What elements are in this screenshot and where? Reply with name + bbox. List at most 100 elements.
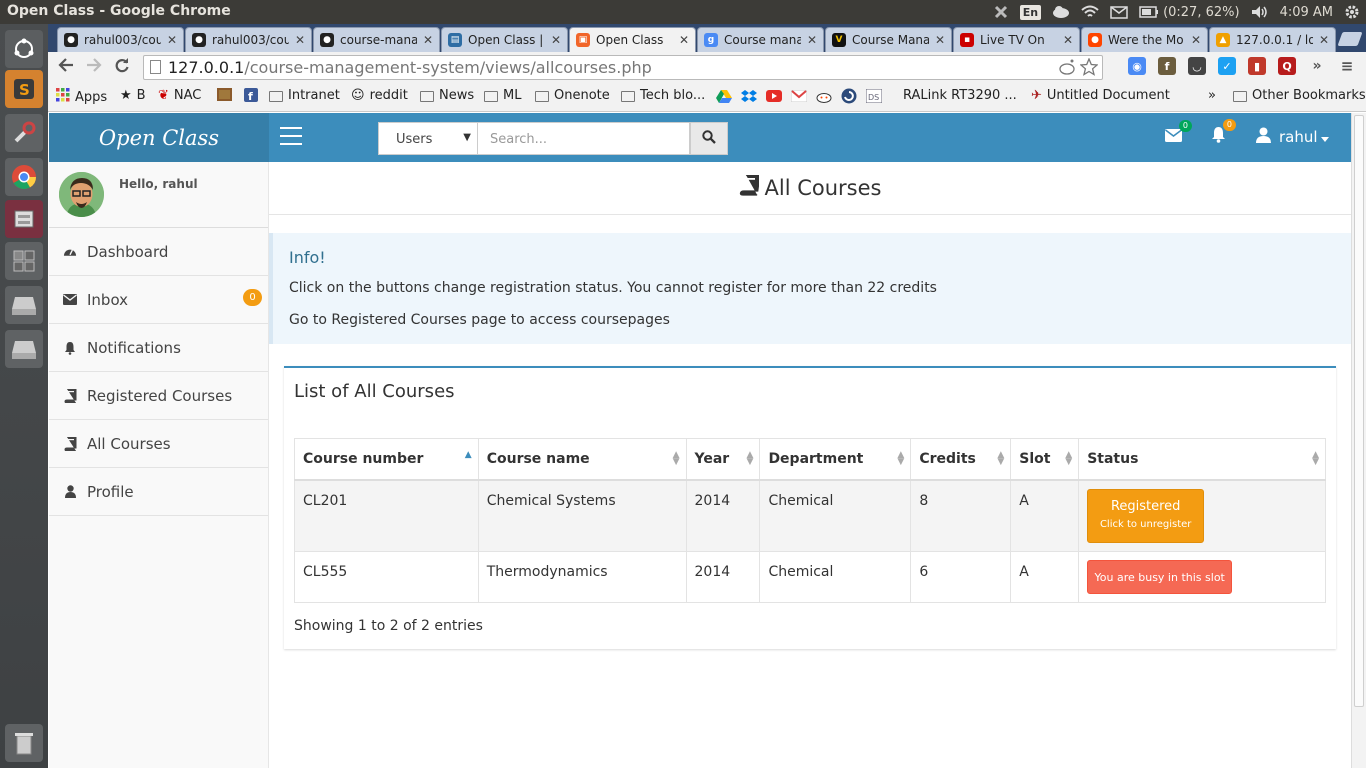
back-icon[interactable] [58,57,74,78]
browser-tab[interactable]: ● rahul003/cou ✕ [57,27,184,52]
new-tab-button[interactable] [1337,32,1363,46]
messages-button[interactable]: 0 [1165,120,1192,146]
ds-icon[interactable]: DS [865,88,883,107]
globe-extension-icon[interactable]: ◉ [1128,57,1146,75]
search-input[interactable]: Search... [478,122,690,155]
pocket-icon[interactable]: ◡ [1188,57,1206,75]
sidebar-toggle-icon[interactable] [280,127,302,145]
facebook-extension-icon[interactable]: f [1158,57,1176,75]
bookmark-image[interactable] [217,88,237,105]
gmail-icon[interactable] [790,89,808,106]
search-category-select[interactable]: Users ▼ [378,122,478,155]
browser-tab[interactable]: ▪ Live TV On ✕ [953,27,1080,52]
settings-gear-icon[interactable] [1344,4,1360,20]
battery-indicator[interactable]: (0:27, 62%) [1139,5,1240,20]
column-header[interactable]: Department ▲ ▼ [759,438,912,481]
sidebar-item-inbox[interactable]: Inbox 0 [49,276,268,324]
bookmarks-overflow[interactable]: » [1208,88,1216,103]
close-tab-icon[interactable]: ✕ [295,33,305,47]
bookmark-apps[interactable]: Apps [56,88,107,106]
sidebar-item-registered-courses[interactable]: Registered Courses [49,372,268,420]
close-tab-icon[interactable]: ✕ [1063,33,1073,47]
system-settings-icon[interactable] [5,114,43,152]
bookmark-folder-other[interactable]: Other Bookmarks [1233,88,1366,103]
busy-slot-button[interactable]: You are busy in this slot [1087,560,1233,594]
browser-tab[interactable]: ▲ 127.0.0.1 / loc ✕ [1209,27,1336,52]
browser-tab[interactable]: ▤ Open Class | T ✕ [441,27,568,52]
browser-tab[interactable]: ● Were the Mo ✕ [1081,27,1208,52]
sublime-text-icon[interactable]: S [5,70,43,108]
ubuntu-dash-icon[interactable] [5,30,43,68]
browser-tab-active[interactable]: ▣ Open Class ✕ [569,27,696,52]
browser-tab[interactable]: ● rahul003/cou ✕ [185,27,312,52]
reddit-alien-icon[interactable] [1058,59,1076,79]
bookmark-b[interactable]: ★ B [120,88,146,103]
column-header[interactable]: Status ▲ ▼ [1078,438,1326,481]
menu-icon[interactable]: ≡ [1338,57,1356,75]
bookmark-folder-ml[interactable]: ML [484,88,521,103]
chrome-icon[interactable] [5,158,43,196]
browser-tab[interactable]: g Course manag ✕ [697,27,824,52]
checkbox-extension-icon[interactable]: ✓ [1218,57,1236,75]
mail-icon[interactable] [1110,5,1128,19]
bookmark-folder-onenote[interactable]: Onenote [535,88,610,103]
close-window-icon[interactable] [993,4,1009,20]
close-tab-icon[interactable]: ✕ [679,33,689,47]
bookmark-star-icon[interactable] [1079,57,1099,80]
search-button[interactable] [690,122,728,155]
cloud-icon[interactable] [1052,6,1070,18]
sidebar-item-dashboard[interactable]: Dashboard [49,228,268,276]
youtube-icon[interactable] [766,90,782,106]
close-tab-icon[interactable]: ✕ [167,33,177,47]
dropbox-icon[interactable] [741,89,757,107]
sidebar-item-profile[interactable]: Profile [49,468,268,516]
file-cabinet-icon[interactable] [5,200,43,238]
close-tab-icon[interactable]: ✕ [551,33,561,47]
browser-tab[interactable]: ● course-manag ✕ [313,27,440,52]
volume-icon[interactable] [1251,5,1269,19]
scrollbar-thumb[interactable] [1354,115,1364,707]
column-header[interactable]: Course number ▲ [294,438,479,481]
drive-icon[interactable] [5,286,43,324]
brand-logo[interactable]: Open Class [49,113,269,162]
close-tab-icon[interactable]: ✕ [1319,33,1329,47]
refresh-circle-icon[interactable] [841,88,857,108]
notifications-button[interactable]: 0 [1211,119,1236,147]
column-header[interactable]: Year ▲ ▼ [685,438,761,481]
quora-icon[interactable]: Q [1278,57,1296,75]
column-header[interactable]: Course name ▲ ▼ [477,438,687,481]
close-tab-icon[interactable]: ✕ [1191,33,1201,47]
close-tab-icon[interactable]: ✕ [935,33,945,47]
bookmark-untitled[interactable]: ✈ Untitled Document [1031,88,1170,103]
browser-tab[interactable]: V Course Manag ✕ [825,27,952,52]
bookmark-folder-intranet[interactable]: Intranet [269,88,340,103]
sidebar-item-notifications[interactable]: Notifications [49,324,268,372]
bookmark-folder-news[interactable]: News [420,88,474,103]
unregister-button[interactable]: Registered Click to unregister [1087,488,1205,543]
trash-icon[interactable] [5,724,43,762]
column-header[interactable]: Credits ▲ ▼ [910,438,1012,481]
drive-icon[interactable] [5,330,43,368]
reload-icon[interactable] [114,57,130,78]
address-bar[interactable]: 127.0.0.1/course-management-system/views… [143,55,1103,80]
workspace-switcher-icon[interactable] [5,242,43,280]
bookmark-reddit[interactable]: ☺ reddit [351,88,408,103]
google-drive-icon[interactable] [716,89,732,107]
wifi-icon[interactable] [1081,5,1099,19]
user-menu[interactable]: rahul [1256,127,1329,147]
bookmark-nac[interactable]: ❦ NAC [158,88,201,103]
reddit-icon[interactable] [816,89,832,107]
column-header[interactable]: Slot ▲ ▼ [1010,438,1080,481]
chevron-right-icon[interactable]: » [1308,57,1326,75]
bookmark-ralink[interactable]: RALink RT3290 ... [903,88,1017,103]
clock[interactable]: 4:09 AM [1280,5,1333,20]
keyboard-language-indicator[interactable]: En [1019,4,1042,20]
forward-icon[interactable] [86,57,102,78]
page-scrollbar[interactable] [1351,113,1366,768]
bookmark-folder-techblog[interactable]: Tech blo... [621,88,705,103]
close-tab-icon[interactable]: ✕ [423,33,433,47]
close-tab-icon[interactable]: ✕ [807,33,817,47]
bookmark-extension-icon[interactable]: ▮ [1248,57,1266,75]
bookmark-facebook[interactable]: f [244,88,263,106]
sidebar-item-all-courses[interactable]: All Courses [49,420,268,468]
